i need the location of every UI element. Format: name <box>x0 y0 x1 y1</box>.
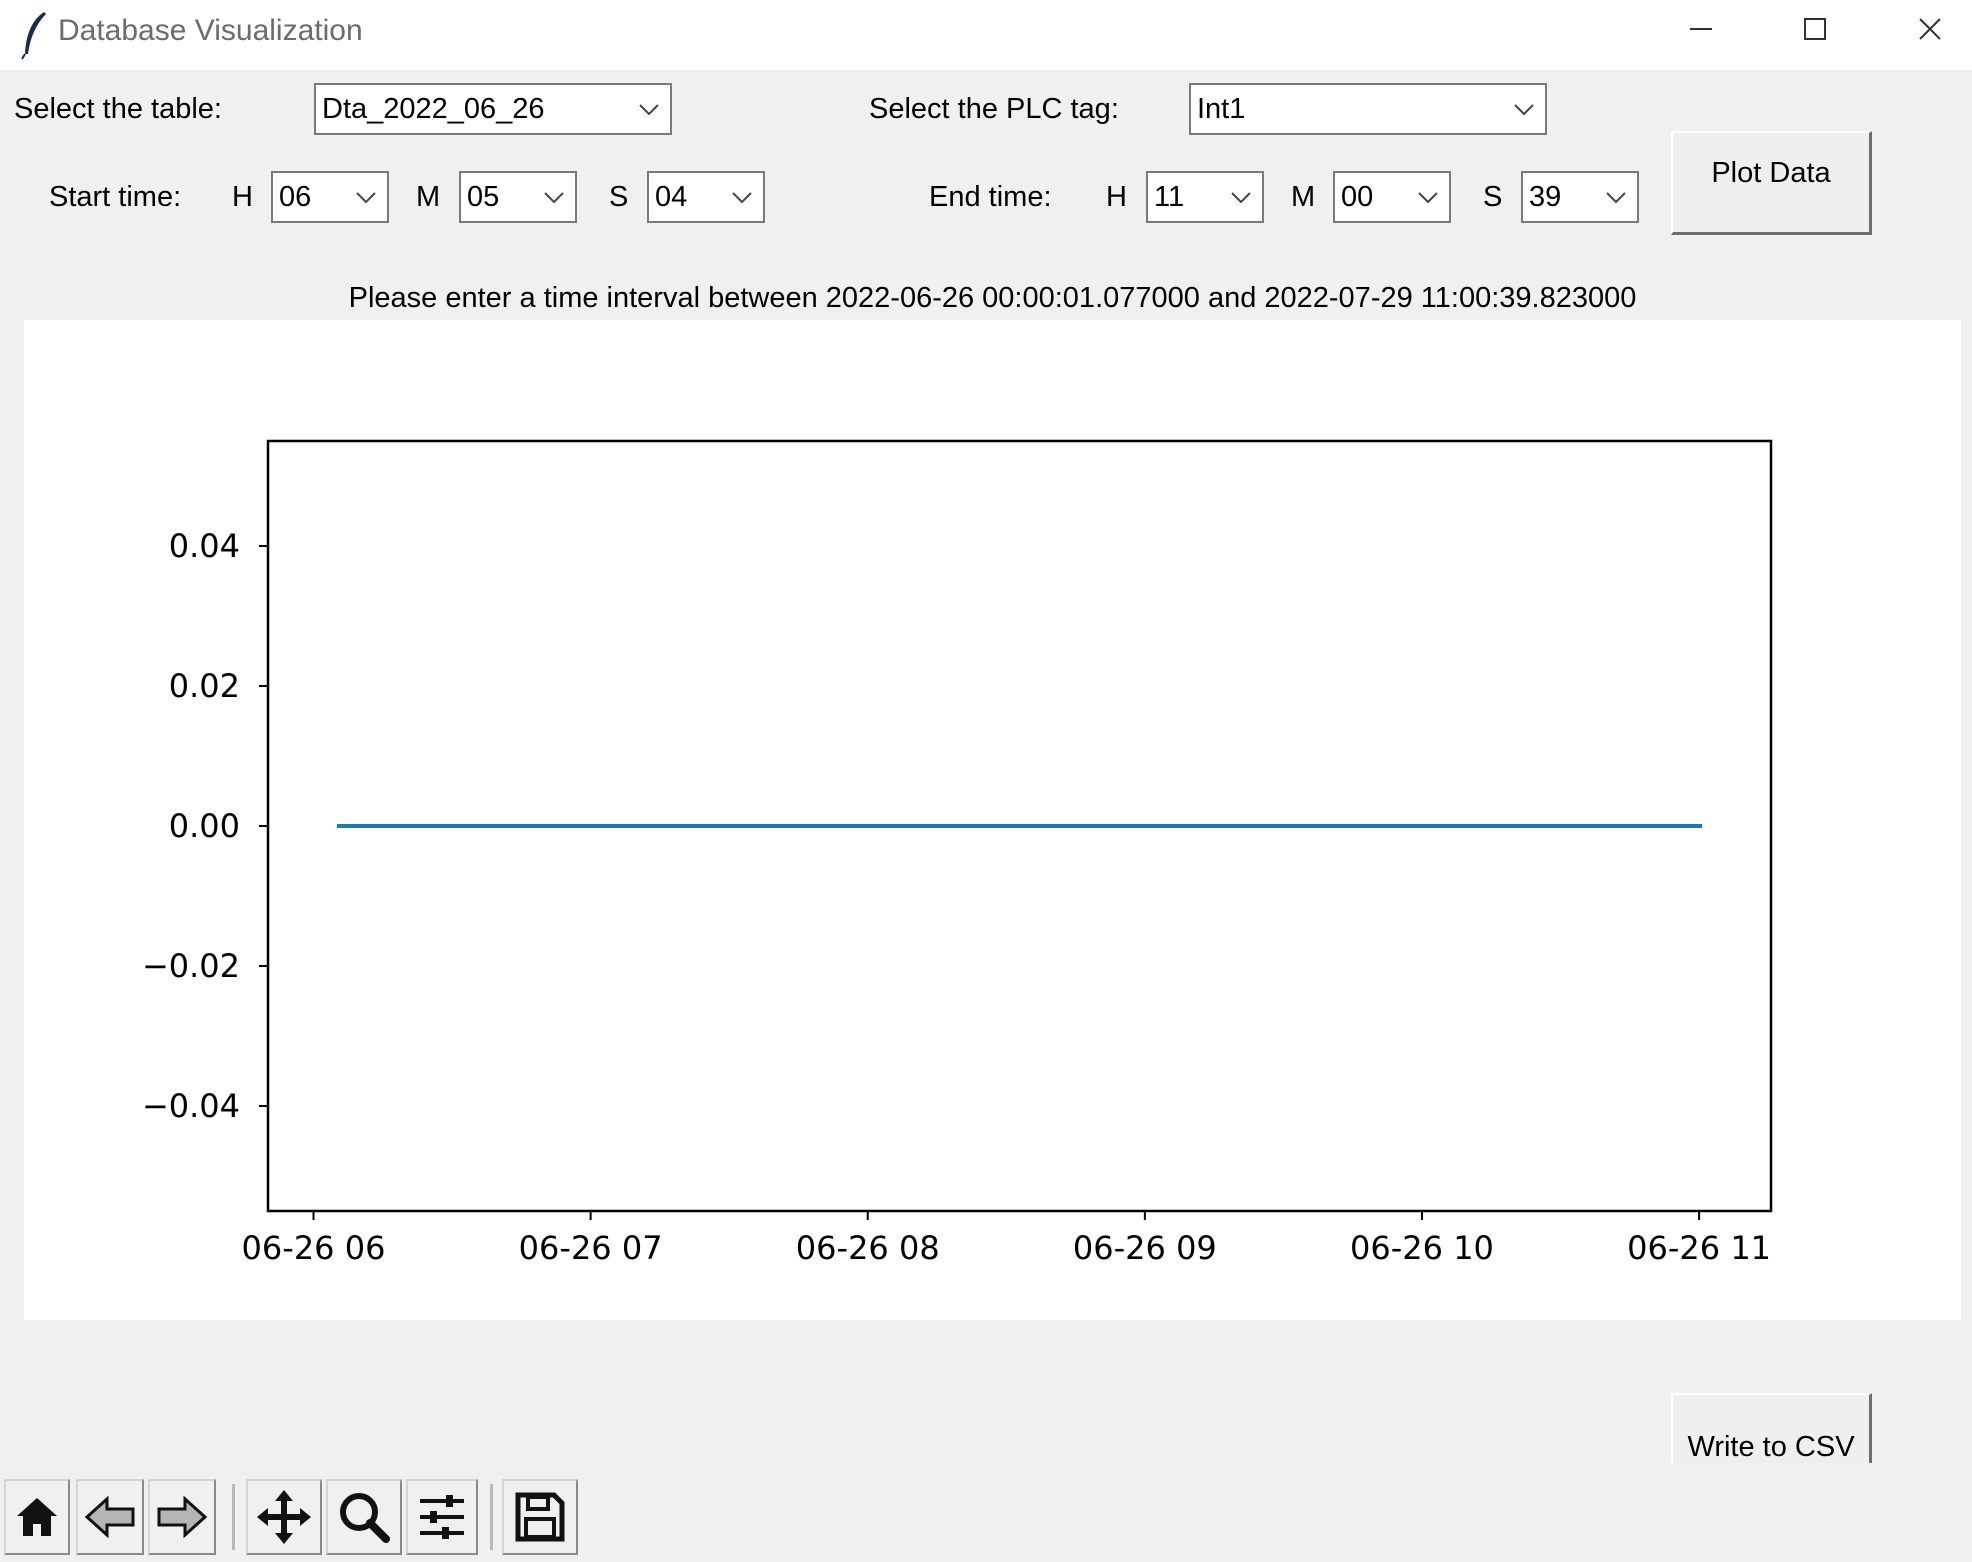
home-button[interactable] <box>4 1479 70 1555</box>
write-to-csv-button[interactable]: Write to CSV <box>1671 1393 1872 1463</box>
x-tick-label: 06-26 08 <box>796 1229 940 1267</box>
end-time-label: End time: <box>929 181 1052 213</box>
start-minute-select[interactable]: 05 <box>459 171 577 223</box>
time-interval-hint: Please enter a time interval between 202… <box>348 282 1637 314</box>
toolbar-separator <box>232 1484 235 1550</box>
chevron-down-icon <box>544 192 564 204</box>
maximize-button[interactable] <box>1760 0 1875 62</box>
close-icon <box>1919 18 1941 40</box>
window-title: Database Visualization <box>58 14 363 47</box>
plc-tag-select[interactable]: Int1 <box>1189 83 1547 135</box>
x-tick-label: 06-26 07 <box>519 1229 663 1267</box>
y-tick-label: −0.04 <box>142 1087 240 1125</box>
chevron-down-icon <box>1231 192 1251 204</box>
toolbar-separator <box>490 1484 493 1550</box>
y-tick-label: 0.00 <box>169 807 240 845</box>
chevron-down-icon <box>1514 104 1534 116</box>
forward-button[interactable] <box>148 1479 216 1555</box>
end-hour-value: 11 <box>1154 181 1185 213</box>
plot-canvas[interactable]: 0.04 0.02 0.00 −0.02 −0.04 06-26 06 06-26 07 06… <box>24 320 1961 1320</box>
end-second-select[interactable]: 39 <box>1521 171 1639 223</box>
end-hour-select[interactable]: 11 <box>1146 171 1264 223</box>
start-minute-label: M <box>416 181 441 213</box>
configure-subplots-button[interactable] <box>406 1479 478 1555</box>
plot-data-button[interactable]: Plot Data <box>1671 131 1872 235</box>
back-button[interactable] <box>76 1479 144 1555</box>
end-minute-select[interactable]: 00 <box>1333 171 1451 223</box>
table-select-label: Select the table: <box>14 93 222 125</box>
zoom-button[interactable] <box>326 1479 402 1555</box>
x-tick-label: 06-26 10 <box>1350 1229 1494 1267</box>
x-tick-label: 06-26 06 <box>242 1229 386 1267</box>
start-time-label: Start time: <box>49 181 182 213</box>
maximize-icon <box>1804 18 1826 40</box>
line-chart: 0.04 0.02 0.00 −0.02 −0.04 06-26 06 06-26 07 06… <box>142 439 1773 1267</box>
plc-tag-select-label: Select the PLC tag: <box>869 93 1119 125</box>
chevron-down-icon <box>356 192 376 204</box>
minimize-button[interactable] <box>1645 0 1760 62</box>
y-tick-label: 0.04 <box>169 527 240 565</box>
start-hour-value: 06 <box>279 181 312 213</box>
chevron-down-icon <box>1606 192 1626 204</box>
start-hour-label: H <box>232 181 253 213</box>
home-icon <box>17 1498 57 1536</box>
start-minute-value: 05 <box>467 181 500 213</box>
x-tick-label: 06-26 11 <box>1627 1229 1771 1267</box>
chevron-down-icon <box>732 192 752 204</box>
chevron-down-icon <box>639 104 659 116</box>
end-minute-value: 00 <box>1341 181 1374 213</box>
start-second-label: S <box>609 181 629 213</box>
minimize-icon <box>1690 28 1712 30</box>
back-arrow-icon <box>84 1495 135 1539</box>
end-hour-label: H <box>1106 181 1127 213</box>
close-button[interactable] <box>1875 0 1972 62</box>
start-hour-select[interactable]: 06 <box>271 171 389 223</box>
start-second-value: 04 <box>655 181 688 213</box>
pan-icon <box>257 1490 311 1544</box>
end-second-label: S <box>1483 181 1503 213</box>
y-tick-label: 0.02 <box>169 667 240 705</box>
pan-button[interactable] <box>246 1479 322 1555</box>
table-select-value: Dta_2022_06_26 <box>322 93 545 125</box>
feather-icon <box>21 12 46 60</box>
end-minute-label: M <box>1291 181 1316 213</box>
table-select[interactable]: Dta_2022_06_26 <box>314 83 672 135</box>
start-second-select[interactable]: 04 <box>647 171 765 223</box>
configure-subplots-icon <box>420 1495 464 1539</box>
save-button[interactable] <box>502 1479 578 1555</box>
x-tick-label: 06-26 09 <box>1073 1229 1217 1267</box>
save-icon <box>515 1492 565 1542</box>
zoom-icon <box>340 1493 390 1543</box>
y-tick-label: −0.02 <box>142 947 240 985</box>
forward-arrow-icon <box>157 1495 208 1539</box>
title-bar: Database Visualization <box>0 0 1972 70</box>
end-second-value: 39 <box>1529 181 1562 213</box>
plc-tag-select-value: Int1 <box>1197 93 1246 125</box>
chevron-down-icon <box>1418 192 1438 204</box>
